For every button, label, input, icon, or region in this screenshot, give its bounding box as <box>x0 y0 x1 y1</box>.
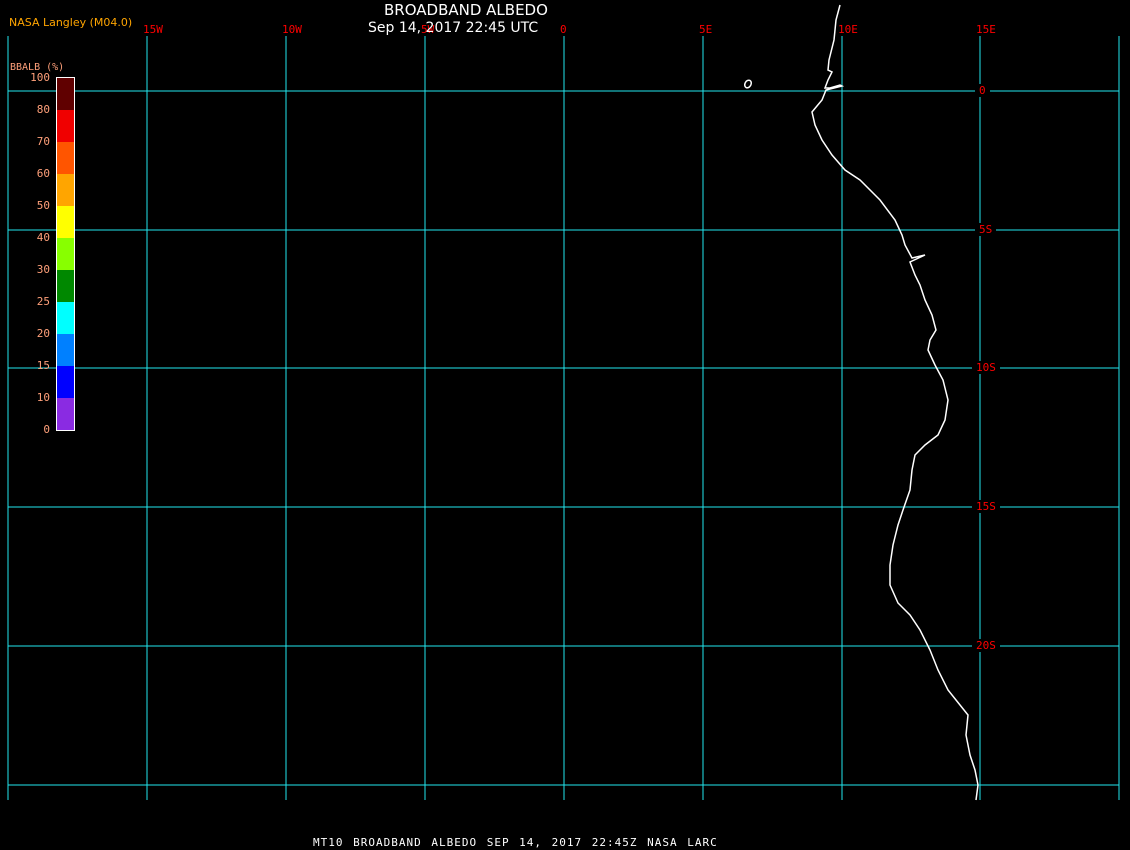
colorbar-swatch <box>57 398 74 430</box>
map-canvas <box>7 4 1120 801</box>
colorbar-swatch <box>57 302 74 334</box>
colorbar-swatch <box>57 270 74 302</box>
colorbar-tick-label: 30 <box>36 263 50 276</box>
latitude-label: 20S <box>972 639 1000 652</box>
longitude-label: 10W <box>282 23 302 36</box>
latitude-label: 15S <box>972 500 1000 513</box>
colorbar-tick-label: 40 <box>36 231 50 244</box>
graticule <box>7 36 1120 800</box>
colorbar-swatch <box>57 334 74 366</box>
colorbar-swatch <box>57 238 74 270</box>
colorbar-swatch <box>57 78 74 110</box>
colorbar-swatch <box>57 206 74 238</box>
colorbar-tick-label: 20 <box>36 327 50 340</box>
longitude-label: 15W <box>143 23 163 36</box>
longitude-label: 0 <box>560 23 567 36</box>
longitude-label: 5E <box>699 23 713 36</box>
map-timestamp: Sep 14, 2017 22:45 UTC <box>368 20 539 36</box>
colorbar-tick-label: 60 <box>36 167 50 180</box>
coastline <box>811 4 979 801</box>
colorbar-swatch <box>57 142 74 174</box>
colorbar-tick-label: 80 <box>36 103 50 116</box>
colorbar-swatch <box>57 174 74 206</box>
colorbar <box>56 77 75 431</box>
colorbar-swatch <box>57 366 74 398</box>
footer-caption: MT10 BROADBAND ALBEDO SEP 14, 2017 22:45… <box>313 836 718 849</box>
brand-label: NASA Langley (M04.0) <box>9 16 133 29</box>
colorbar-tick-label: 50 <box>36 199 50 212</box>
colorbar-tick-label: 0 <box>43 423 50 436</box>
colorbar-tick-label: 25 <box>36 295 50 308</box>
latitude-label: 10S <box>972 361 1000 374</box>
latitude-label: 0 <box>975 84 990 97</box>
colorbar-tick-label: 10 <box>36 391 50 404</box>
longitude-label: 15E <box>976 23 996 36</box>
colorbar-tick-label: 100 <box>30 71 50 84</box>
colorbar-tick-label: 70 <box>36 135 50 148</box>
longitude-label: 10E <box>838 23 858 36</box>
island <box>743 79 753 89</box>
map-title: BROADBAND ALBEDO <box>384 1 548 19</box>
colorbar-swatch <box>57 110 74 142</box>
latitude-label: 5S <box>975 223 997 236</box>
colorbar-tick-label: 15 <box>36 359 50 372</box>
